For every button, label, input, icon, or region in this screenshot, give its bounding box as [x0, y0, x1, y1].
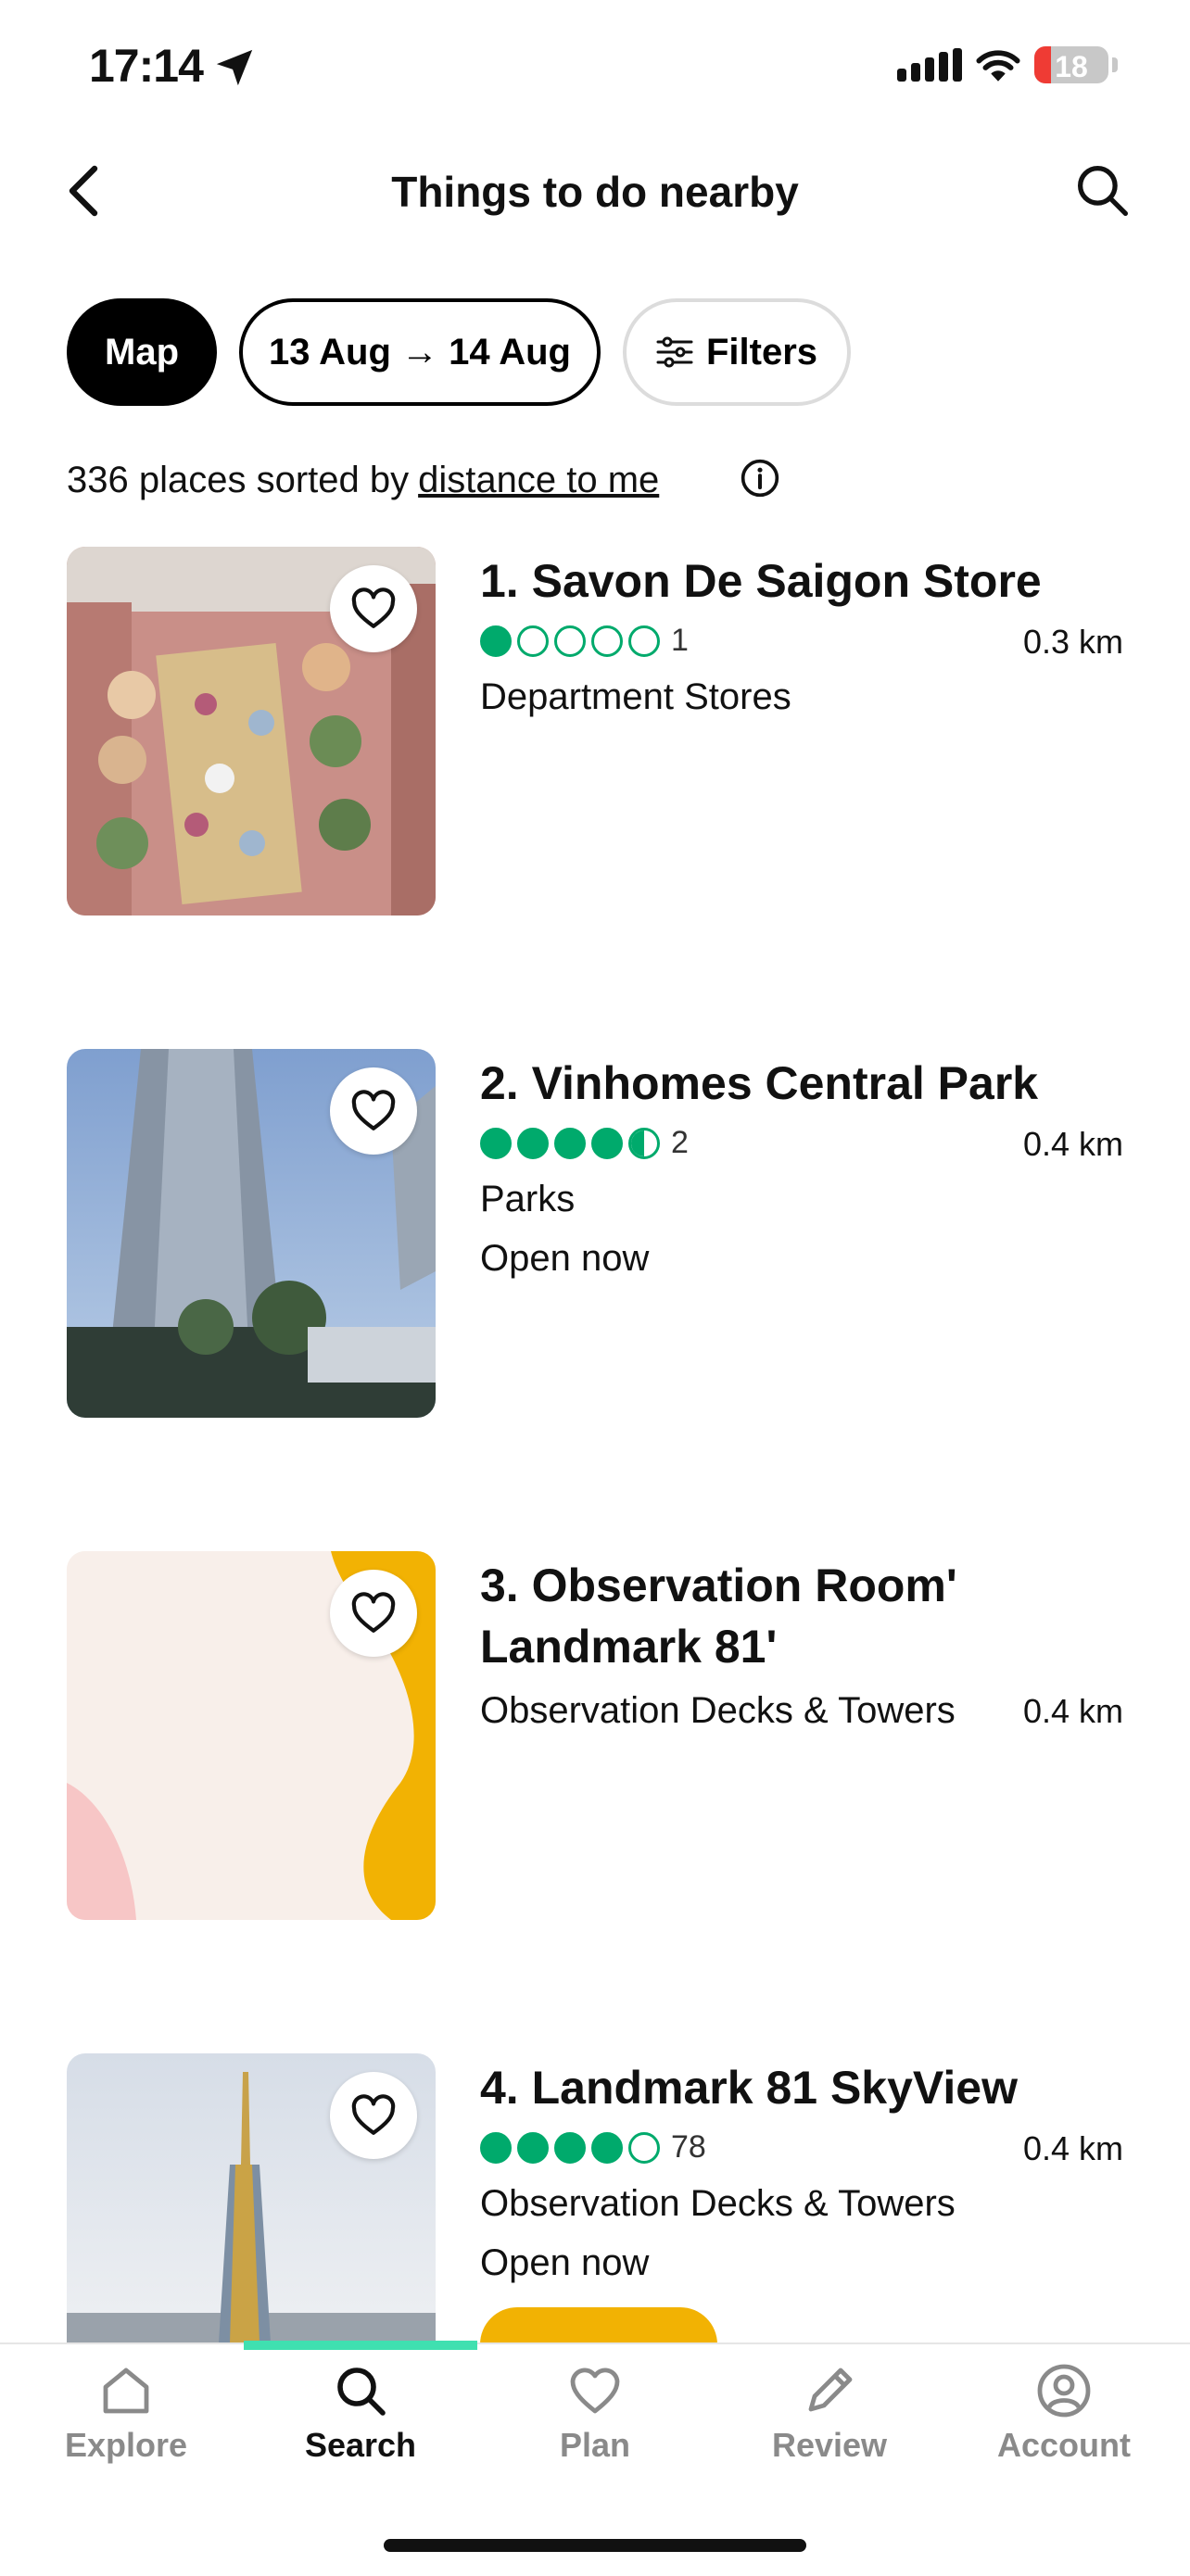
listing-image[interactable] [67, 1551, 436, 1920]
nav-label: Account [997, 2426, 1131, 2464]
listing-image[interactable] [67, 1049, 436, 1418]
rating-bubble [628, 2131, 660, 2164]
rating-bubble [480, 2131, 512, 2164]
rating-bubble [517, 2131, 549, 2164]
search-icon [337, 2368, 386, 2416]
heart-icon [351, 587, 396, 628]
user-circle-icon [1037, 2364, 1091, 2418]
rating-bubble [628, 625, 660, 657]
sort-link[interactable]: distance to me [418, 460, 659, 501]
save-button[interactable] [330, 2072, 417, 2159]
dates-button[interactable]: 13 Aug → 14 Aug [239, 298, 601, 406]
rating-bubble [480, 625, 512, 657]
distance: 0.4 km [1022, 2129, 1123, 2167]
rating-bubbles: 2 [480, 1125, 689, 1161]
rating-bubble [591, 625, 623, 657]
rating-bubble [591, 2131, 623, 2164]
pencil-icon [808, 2368, 853, 2412]
cellular-signal-icon [897, 48, 962, 82]
distance: 0.4 km [1022, 1692, 1123, 1730]
battery-icon: 18 [1034, 46, 1108, 83]
filters-button-label: Filters [705, 331, 818, 373]
map-button-label: Map [105, 331, 179, 373]
rating-bubble [554, 1127, 586, 1159]
rating-bubble [628, 1127, 660, 1159]
status-time: 17:14 [89, 40, 204, 92]
battery-level: 18 [1055, 50, 1088, 83]
wifi-icon [976, 50, 1020, 82]
category: Department Stores [480, 676, 791, 717]
nav-account[interactable]: Account [947, 2361, 1181, 2465]
category: Observation Decks & Towers [480, 2183, 956, 2224]
heart-icon [351, 1592, 396, 1633]
category: Parks [480, 1179, 576, 1219]
active-tab-indicator [244, 2341, 477, 2350]
save-button[interactable] [330, 565, 417, 652]
rating-bubble [554, 2131, 586, 2164]
location-arrow-icon [216, 49, 253, 86]
home-icon [103, 2368, 149, 2414]
filters-button[interactable]: Filters [623, 298, 851, 406]
listing-title-line: 3. Observation Room' [480, 1559, 957, 1611]
open-status: Open now [480, 2242, 650, 2283]
save-button[interactable] [330, 1570, 417, 1657]
open-status: Open now [480, 1238, 650, 1279]
map-button[interactable]: Map [67, 298, 217, 406]
rating-bubble [517, 625, 549, 657]
review-count: 78 [671, 2129, 706, 2165]
listing-title[interactable]: 1. Savon De Saigon Store [480, 550, 1129, 612]
nav-review[interactable]: Review [713, 2361, 946, 2465]
results-summary: 336 places sorted by distance to me [67, 460, 659, 501]
nav-label: Search [304, 2426, 417, 2464]
distance: 0.4 km [1022, 1125, 1123, 1163]
heart-icon [570, 2368, 620, 2414]
heart-icon [351, 2094, 396, 2135]
nav-search[interactable]: Search [244, 2361, 477, 2465]
save-button[interactable] [330, 1067, 417, 1155]
rating-bubbles: 1 [480, 623, 689, 659]
search-button[interactable] [1075, 163, 1131, 219]
listing-title[interactable]: 4. Landmark 81 SkyView [480, 2057, 1129, 2118]
nav-plan[interactable]: Plan [478, 2361, 712, 2465]
info-icon[interactable] [740, 458, 780, 499]
nav-label: Plan [559, 2426, 631, 2464]
rating-bubble [591, 1127, 623, 1159]
rating-bubble [517, 1127, 549, 1159]
rating-bubble [554, 625, 586, 657]
sliders-icon [656, 336, 693, 368]
listing-title-line: Landmark 81' [480, 1621, 778, 1673]
heart-icon [351, 1090, 396, 1130]
listing-title[interactable]: 2. Vinhomes Central Park [480, 1053, 1129, 1114]
listing-image[interactable] [67, 547, 436, 915]
home-indicator [384, 2539, 806, 2552]
distance: 0.3 km [1022, 623, 1123, 661]
listing-image[interactable] [67, 2053, 436, 2342]
page-title: Things to do nearby [391, 168, 799, 216]
nav-label: Explore [64, 2426, 188, 2464]
rating-bubbles: 78 [480, 2129, 706, 2166]
battery-tip [1112, 57, 1118, 72]
results-count-text: 336 places sorted by [67, 460, 410, 500]
nav-label: Review [771, 2426, 888, 2464]
dates-button-label: 13 Aug → 14 Aug [269, 331, 571, 373]
category: Observation Decks & Towers [480, 1690, 956, 1731]
review-count: 2 [671, 1125, 689, 1160]
nav-explore[interactable]: Explore [9, 2361, 243, 2465]
rating-bubble [480, 1127, 512, 1159]
listing-title[interactable]: 3. Observation Room' Landmark 81' [480, 1555, 1129, 1677]
review-count: 1 [671, 623, 689, 658]
